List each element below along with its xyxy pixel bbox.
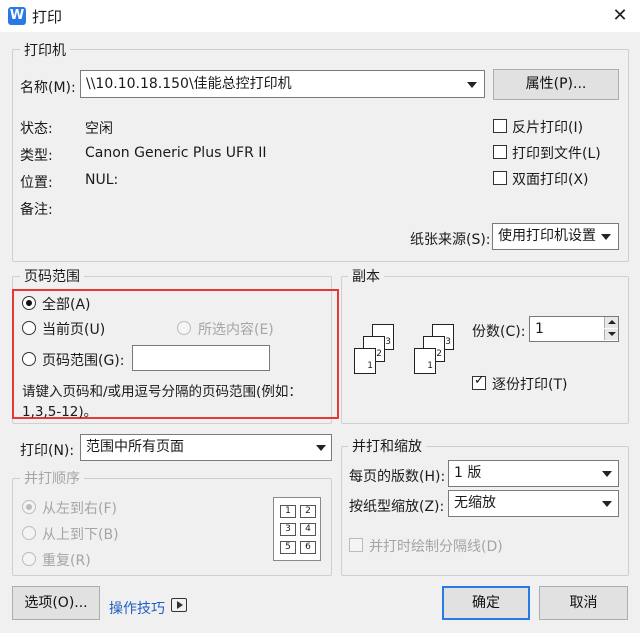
order-preview-cell: 5 [280, 541, 296, 554]
order-preview-cell: 3 [280, 523, 296, 536]
order-preview-cell: 2 [300, 505, 316, 518]
copies-count-value: 1 [535, 321, 544, 337]
order-preview-cell: 1 [280, 505, 296, 518]
print-what-label: 打印(N): [20, 443, 75, 459]
page-range-current-label: 当前页(U) [42, 322, 106, 338]
spin-up-icon [608, 320, 616, 324]
page-range-selection-radio[interactable] [177, 321, 191, 335]
paper-source-select[interactable]: 使用打印机设置 [492, 223, 619, 250]
order-top-to-bottom-label: 从上到下(B) [42, 527, 119, 543]
print-to-file-checkbox[interactable] [493, 145, 507, 159]
chevron-down-icon [467, 82, 477, 88]
tips-link[interactable]: 操作技巧 [109, 598, 165, 618]
paper-source-label: 纸张来源(S): [410, 232, 491, 248]
comment-label: 备注: [20, 202, 53, 218]
pages-per-sheet-select[interactable]: 1 版 [448, 460, 619, 487]
type-label: 类型: [20, 148, 53, 164]
window-title: 打印 [32, 8, 63, 26]
print-what-value: 范围中所有页面 [86, 439, 184, 455]
duplex-label: 双面打印(X) [512, 172, 589, 188]
chevron-down-icon [601, 234, 611, 240]
status-label: 状态: [20, 121, 53, 137]
collate-label: 逐份打印(T) [492, 377, 568, 393]
status-value: 空闲 [85, 121, 113, 137]
printer-group-legend: 打印机 [20, 40, 70, 60]
close-icon[interactable]: ✕ [606, 2, 634, 30]
collate-checkbox[interactable] [472, 373, 486, 390]
page-range-current-radio[interactable] [22, 321, 36, 335]
printer-name-value: \\10.10.18.150\佳能总控打印机 [86, 76, 292, 92]
order-left-to-right-label: 从左到右(F) [42, 501, 117, 517]
order-preview-cell: 4 [300, 523, 316, 536]
print-what-select[interactable]: 范围中所有页面 [80, 434, 332, 461]
page-range-pages-label: 页码范围(G): [42, 353, 125, 369]
type-value: Canon Generic Plus UFR II [85, 145, 267, 161]
page-range-hint-line1: 请键入页码和/或用逗号分隔的页码范围(例如： [22, 384, 302, 400]
collate-illustration-right: 3 2 1 [414, 324, 470, 386]
zoom-legend: 并打和缩放 [348, 436, 426, 456]
printer-name-label: 名称(M): [20, 80, 76, 96]
wps-writer-icon: W [8, 7, 26, 25]
print-order-legend: 并打顺序 [20, 468, 84, 488]
properties-button[interactable]: 属性(P)... [493, 69, 619, 100]
options-button[interactable]: 选项(O)... [12, 586, 100, 620]
cancel-button[interactable]: 取消 [539, 586, 628, 620]
copies-increment-button[interactable] [604, 317, 618, 328]
print-to-file-label: 打印到文件(L) [512, 146, 601, 162]
order-preview: 1 2 3 4 5 6 [273, 497, 321, 561]
reverse-print-checkbox[interactable] [493, 119, 507, 133]
pages-per-sheet-label: 每页的版数(H): [349, 469, 446, 485]
print-dialog: W 打印 ✕ 打印机 名称(M): \\10.10.18.150\佳能总控打印机… [0, 0, 640, 633]
title-bar [0, 0, 640, 32]
where-value: NUL: [85, 172, 119, 188]
chevron-down-icon [602, 501, 612, 507]
scale-value: 无缩放 [454, 495, 496, 511]
copies-legend: 副本 [348, 266, 384, 286]
sheet-1: 1 [414, 348, 436, 374]
chevron-down-icon [602, 471, 612, 477]
copies-decrement-button[interactable] [604, 329, 618, 340]
scale-label: 按纸型缩放(Z): [349, 499, 445, 515]
page-range-input[interactable] [132, 345, 270, 371]
order-repeat-radio[interactable] [22, 552, 36, 566]
order-preview-cell: 6 [300, 541, 316, 554]
page-range-legend: 页码范围 [20, 266, 84, 286]
order-top-to-bottom-radio[interactable] [22, 526, 36, 540]
reverse-print-label: 反片打印(I) [512, 120, 584, 136]
order-repeat-label: 重复(R) [42, 553, 91, 569]
page-range-hint-line2: 1,3,5-12)。 [22, 404, 98, 420]
where-label: 位置: [20, 175, 53, 191]
copies-count-label: 份数(C): [472, 324, 526, 340]
page-range-pages-radio[interactable] [22, 352, 36, 366]
order-left-to-right-radio[interactable] [22, 500, 36, 514]
paper-source-value: 使用打印机设置 [498, 228, 596, 244]
sheet-1: 1 [354, 348, 376, 374]
page-range-all-radio[interactable] [22, 296, 36, 310]
draw-borders-checkbox[interactable] [349, 538, 363, 552]
ok-button[interactable]: 确定 [442, 586, 530, 620]
printer-name-select[interactable]: \\10.10.18.150\佳能总控打印机 [80, 70, 485, 98]
pages-per-sheet-value: 1 版 [454, 465, 482, 481]
draw-borders-label: 并打时绘制分隔线(D) [369, 539, 503, 555]
page-range-all-label: 全部(A) [42, 297, 91, 313]
play-triangle-icon [177, 601, 183, 609]
video-play-icon[interactable] [171, 598, 187, 612]
collate-illustration-left: 3 2 1 [354, 324, 410, 386]
scale-select[interactable]: 无缩放 [448, 490, 619, 517]
chevron-down-icon [316, 445, 326, 451]
duplex-checkbox[interactable] [493, 171, 507, 185]
page-range-selection-label: 所选内容(E) [198, 322, 274, 338]
spin-down-icon [608, 332, 616, 336]
